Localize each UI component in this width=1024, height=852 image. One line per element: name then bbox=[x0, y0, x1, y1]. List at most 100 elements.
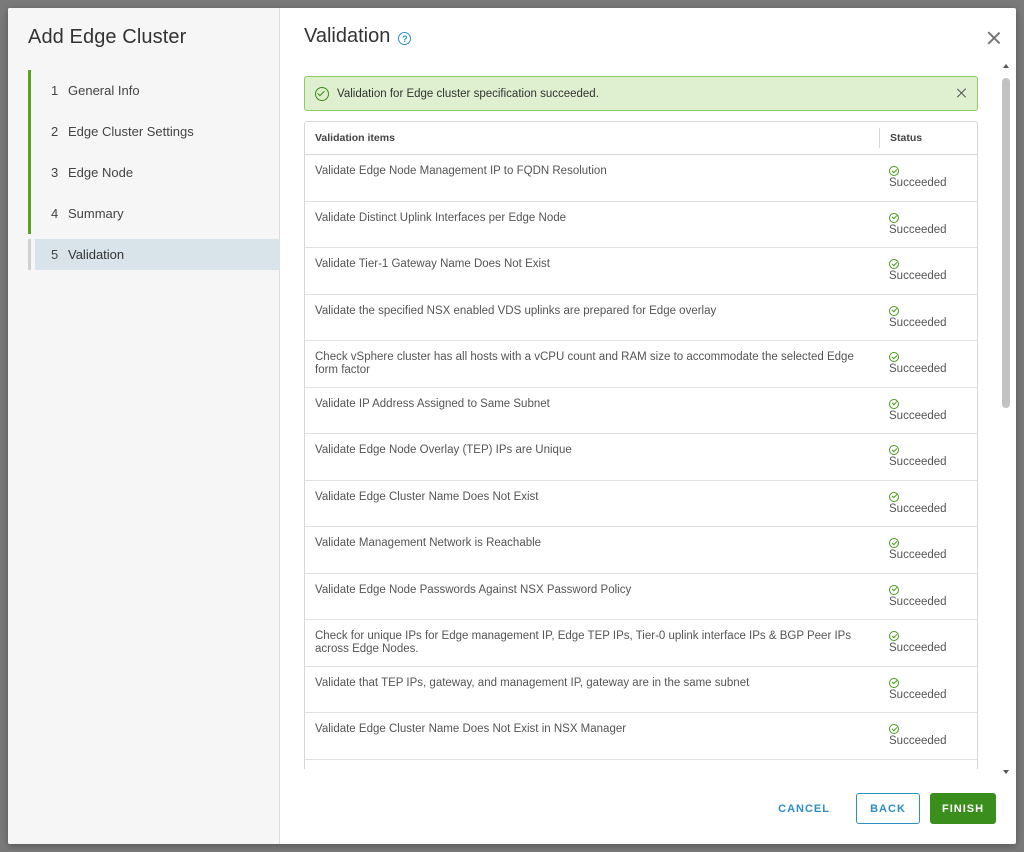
status-text: Succeeded bbox=[889, 502, 947, 515]
status-text: Succeeded bbox=[889, 316, 947, 329]
check-circle-icon bbox=[889, 305, 899, 316]
check-circle-icon bbox=[889, 538, 899, 548]
cancel-button[interactable]: CANCEL bbox=[762, 793, 846, 824]
validation-item: Validate Distinct Uplink Interfaces per … bbox=[315, 211, 567, 224]
wizard-footer: CANCEL BACK FINISH bbox=[762, 793, 996, 824]
table-row: Validate Management Network is Reachable… bbox=[305, 527, 977, 574]
finish-button[interactable]: FINISH bbox=[930, 793, 996, 824]
check-circle-icon bbox=[889, 677, 899, 688]
validation-status: Succeeded bbox=[879, 667, 977, 713]
scroll-down-arrow-icon[interactable] bbox=[1003, 770, 1009, 774]
help-icon[interactable]: ? bbox=[398, 32, 412, 45]
close-icon[interactable] bbox=[986, 30, 1002, 46]
status-text: Succeeded bbox=[889, 735, 947, 747]
check-circle-icon bbox=[889, 259, 899, 269]
wizard-content: Validation ? Validation for Edge cluster… bbox=[280, 8, 1016, 844]
check-circle-icon bbox=[889, 631, 899, 641]
table-row: Validate Edge Node Passwords Against NSX… bbox=[305, 574, 977, 620]
table-row: Check for unique IPs for Edge management… bbox=[305, 620, 977, 667]
status-text: Succeeded bbox=[889, 549, 947, 561]
validation-status: Succeeded bbox=[879, 527, 977, 573]
validation-status: Succeeded bbox=[879, 341, 977, 387]
add-edge-cluster-modal: Add Edge Cluster 1 General Info 2 Edge C… bbox=[8, 8, 1016, 844]
step-validation[interactable]: 5 Validation bbox=[28, 239, 280, 270]
table-row: Validate Distinct Uplink Interfaces per … bbox=[305, 202, 977, 248]
table-row: Validate Edge Cluster Name Does Not Exis… bbox=[305, 481, 977, 527]
validation-status: Succeeded bbox=[879, 760, 977, 770]
step-number: 1 bbox=[51, 83, 59, 98]
check-circle-icon bbox=[889, 724, 899, 734]
success-alert: Validation for Edge cluster specificatio… bbox=[304, 76, 978, 111]
check-circle-icon bbox=[889, 445, 899, 455]
step-label: Validation bbox=[68, 247, 125, 262]
check-circle-icon bbox=[889, 398, 899, 409]
table-row: Validate Edge Node Management IP to FQDN… bbox=[305, 155, 977, 202]
validation-item: Validate the specified NSX enabled VDS u… bbox=[315, 304, 717, 317]
status-text: Succeeded bbox=[889, 456, 947, 468]
validation-item: Validate Edge Cluster Name Does Not Exis… bbox=[315, 723, 627, 735]
validation-status: Succeeded bbox=[879, 481, 977, 527]
status-text: Succeeded bbox=[889, 177, 947, 189]
validation-status: Succeeded bbox=[879, 388, 977, 434]
step-summary[interactable]: 4 Summary bbox=[28, 193, 280, 234]
validation-status: Succeeded bbox=[879, 713, 977, 759]
status-text: Succeeded bbox=[889, 409, 947, 422]
validation-item: Validate Edge Cluster Name Does Not Exis… bbox=[315, 490, 539, 503]
status-text: Succeeded bbox=[889, 363, 947, 375]
status-text: Succeeded bbox=[889, 270, 947, 282]
grid-header: Validation items Status bbox=[305, 122, 977, 155]
table-row: Validate Edge Node Overlay (TEP) IPs are… bbox=[305, 434, 977, 481]
validation-item: Validate Edge Node Passwords Against NSX… bbox=[315, 583, 632, 596]
validation-status: Succeeded bbox=[879, 574, 977, 620]
grid-body: Validate Edge Node Management IP to FQDN… bbox=[305, 155, 977, 769]
status-text: Succeeded bbox=[889, 223, 947, 236]
content-scrollbar[interactable] bbox=[1001, 64, 1011, 774]
step-general-info[interactable]: 1 General Info bbox=[28, 70, 280, 111]
scroll-up-arrow-icon[interactable] bbox=[1003, 64, 1009, 68]
table-row: Validate that TEP IPs, gateway, and mana… bbox=[305, 667, 977, 713]
validation-status: Succeeded bbox=[879, 202, 977, 248]
step-number: 3 bbox=[51, 165, 59, 180]
table-row: Validate the specified NSX enabled VDS u… bbox=[305, 295, 977, 341]
step-edge-cluster-settings[interactable]: 2 Edge Cluster Settings bbox=[28, 111, 280, 152]
back-button[interactable]: BACK bbox=[856, 793, 920, 824]
step-number: 2 bbox=[51, 124, 59, 139]
check-circle-icon bbox=[889, 584, 899, 595]
wizard-steps: 1 General Info 2 Edge Cluster Settings 3… bbox=[28, 70, 280, 270]
step-label: Edge Cluster Settings bbox=[68, 124, 194, 139]
validation-item: Check for unique IPs for Edge management… bbox=[315, 630, 852, 655]
scroll-thumb[interactable] bbox=[1002, 78, 1010, 408]
table-row: Validate Tier-1 Gateway Name Does Not Ex… bbox=[305, 248, 977, 295]
validation-item: Validate that TEP IPs, gateway, and mana… bbox=[315, 676, 750, 689]
check-circle-icon bbox=[889, 166, 899, 176]
table-row: Validate that the specified IP addresses… bbox=[305, 760, 977, 770]
column-header-validation-items[interactable]: Validation items bbox=[305, 132, 879, 144]
column-header-status[interactable]: Status bbox=[879, 128, 977, 148]
validation-item: Validate Tier-1 Gateway Name Does Not Ex… bbox=[315, 258, 550, 270]
status-text: Succeeded bbox=[889, 642, 947, 654]
validation-item: Validate that the specified IP addresses… bbox=[305, 760, 879, 770]
validation-scroll-area[interactable]: Validation for Edge cluster specificatio… bbox=[304, 76, 978, 769]
check-circle-icon bbox=[889, 491, 899, 502]
table-row: Validate Edge Cluster Name Does Not Exis… bbox=[305, 713, 977, 760]
validation-item: Validate Edge Node Overlay (TEP) IPs are… bbox=[315, 444, 572, 456]
step-edge-node[interactable]: 3 Edge Node bbox=[28, 152, 280, 193]
status-text: Succeeded bbox=[889, 688, 947, 701]
wizard-sidebar: Add Edge Cluster 1 General Info 2 Edge C… bbox=[8, 8, 280, 844]
table-row: Check vSphere cluster has all hosts with… bbox=[305, 341, 977, 388]
validation-status: Succeeded bbox=[879, 295, 977, 341]
check-circle-icon bbox=[889, 352, 899, 362]
validation-status: Succeeded bbox=[879, 434, 977, 480]
validation-grid: Validation items Status Validate Edge No… bbox=[304, 121, 978, 769]
page-title-row: Validation ? bbox=[304, 25, 412, 48]
alert-close-icon[interactable] bbox=[957, 88, 967, 98]
validation-status: Succeeded bbox=[879, 248, 977, 294]
status-text: Succeeded bbox=[889, 595, 947, 608]
validation-status: Succeeded bbox=[879, 620, 977, 666]
validation-status: Succeeded bbox=[879, 155, 977, 201]
step-number: 4 bbox=[51, 206, 59, 221]
step-label: Edge Node bbox=[68, 165, 134, 180]
step-label: Summary bbox=[68, 206, 124, 221]
step-label: General Info bbox=[68, 83, 140, 98]
step-number: 5 bbox=[51, 247, 59, 262]
